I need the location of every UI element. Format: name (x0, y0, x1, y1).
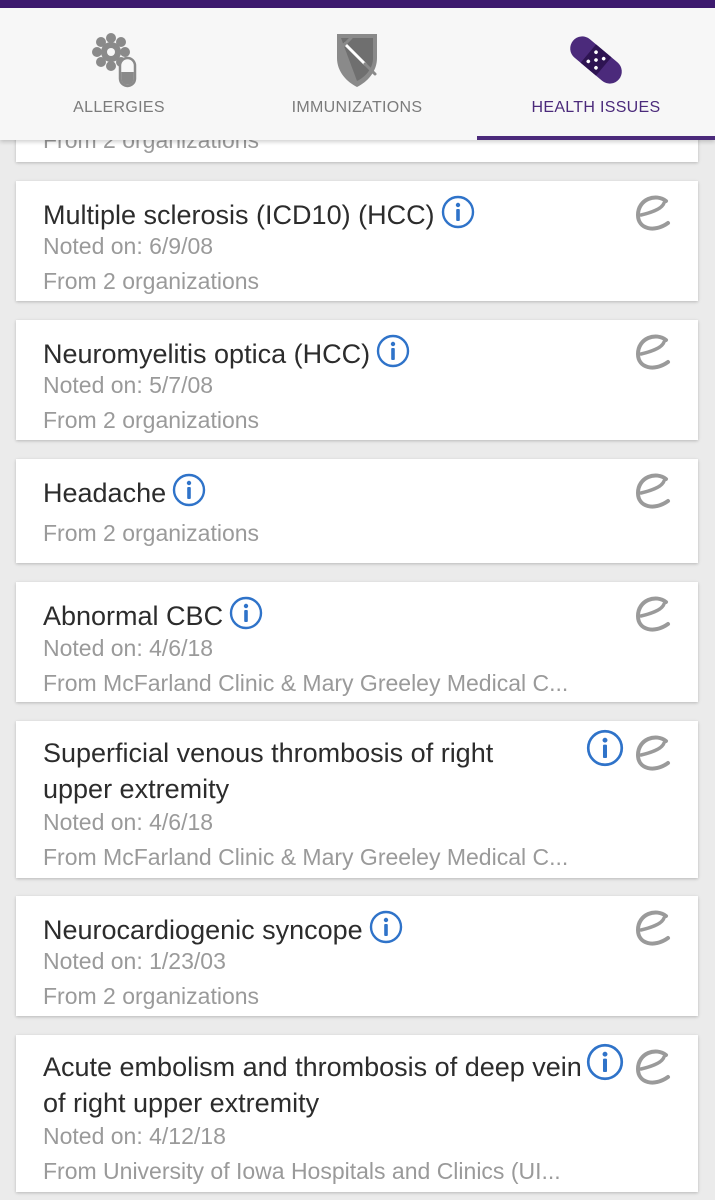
epic-e-icon (635, 910, 670, 946)
tab-health-issues[interactable]: HEALTH ISSUES (477, 8, 715, 140)
issue-noted-date: Noted on: 4/6/18 (43, 809, 214, 835)
epic-e-icon (635, 473, 670, 509)
active-tab-indicator (477, 136, 715, 140)
info-icon[interactable] (441, 195, 475, 229)
issue-title: Neuromyelitis optica (HCC) (43, 334, 410, 372)
epic-e-icon (635, 735, 670, 771)
health-issue-card[interactable]: Abnormal CBC Noted on: 4/6/18 From McFar… (16, 582, 698, 702)
issue-noted-date: Noted on: 5/7/08 (43, 372, 214, 398)
info-icon[interactable] (586, 729, 624, 767)
tab-bar: ALLERGIES IMMUNIZATIONS HEALTH ISSUES (0, 8, 715, 140)
issue-noted-date: Noted on: 6/9/08 (43, 233, 214, 259)
issue-source: From McFarland Clinic & Mary Greeley Med… (43, 670, 569, 696)
health-issue-card[interactable]: Neurocardiogenic syncope Noted on: 1/23/… (16, 896, 698, 1016)
health-issue-card[interactable]: Superficial venous thrombosis of right u… (16, 721, 698, 878)
issue-noted-date: Noted on: 4/6/18 (43, 635, 214, 661)
tab-allergies-label: ALLERGIES (73, 99, 165, 116)
issue-title-text: Abnormal CBC (43, 601, 224, 631)
info-icon[interactable] (229, 596, 263, 630)
health-issue-card[interactable]: Multiple sclerosis (ICD10) (HCC) Noted o… (16, 181, 698, 301)
issue-source: From 2 organizations (43, 407, 260, 433)
tab-allergies[interactable]: ALLERGIES (0, 8, 238, 140)
epic-e-icon (635, 1049, 670, 1085)
issue-source: From University of Iowa Hospitals and Cl… (43, 1158, 561, 1184)
issue-noted-date: Noted on: 1/23/03 (43, 948, 226, 974)
vaccine-shield-icon (337, 34, 377, 87)
health-issues-list[interactable]: From 2 organizations Multiple sclerosis … (0, 140, 715, 1200)
issue-title-text: Headache (43, 478, 167, 508)
bandage-icon (570, 36, 622, 84)
tab-immunizations-label: IMMUNIZATIONS (291, 99, 423, 116)
issue-title: Acute embolism and thrombosis of deep ve… (43, 1052, 582, 1118)
health-issue-card[interactable]: Headache From 2 organizations (16, 459, 698, 563)
info-icon[interactable] (369, 910, 403, 944)
issue-title: Multiple sclerosis (ICD10) (HCC) (43, 195, 475, 233)
tab-health-issues-label: HEALTH ISSUES (531, 99, 661, 116)
issue-source: From 2 organizations (43, 140, 260, 153)
epic-e-icon (635, 195, 670, 231)
health-issue-card[interactable]: Acute embolism and thrombosis of deep ve… (16, 1035, 698, 1192)
issue-source: From 2 organizations (43, 520, 260, 546)
issue-title-text: Neurocardiogenic syncope (43, 915, 363, 945)
allergy-pills-icon (92, 33, 137, 88)
issue-title-text: Multiple sclerosis (ICD10) (HCC) (43, 200, 435, 230)
issue-source: From 2 organizations (43, 983, 260, 1009)
tab-immunizations[interactable]: IMMUNIZATIONS (238, 8, 476, 140)
health-issue-card[interactable]: Neuromyelitis optica (HCC) Noted on: 5/7… (16, 320, 698, 440)
issue-source: From McFarland Clinic & Mary Greeley Med… (43, 844, 569, 870)
issue-title: Superficial venous thrombosis of right u… (43, 738, 494, 804)
issue-title: Abnormal CBC (43, 596, 263, 634)
status-bar-accent (0, 0, 715, 8)
issue-title-text: Neuromyelitis optica (HCC) (43, 339, 371, 369)
issue-title: Headache (43, 473, 206, 511)
health-issue-card[interactable]: From 2 organizations (16, 140, 698, 162)
epic-e-icon (635, 334, 670, 370)
issue-title: Neurocardiogenic syncope (43, 910, 403, 948)
issue-noted-date: Noted on: 4/12/18 (43, 1123, 226, 1149)
info-icon[interactable] (586, 1043, 624, 1081)
issue-source: From 2 organizations (43, 268, 260, 294)
info-icon[interactable] (376, 334, 410, 368)
epic-e-icon (635, 596, 670, 632)
info-icon[interactable] (172, 473, 206, 507)
